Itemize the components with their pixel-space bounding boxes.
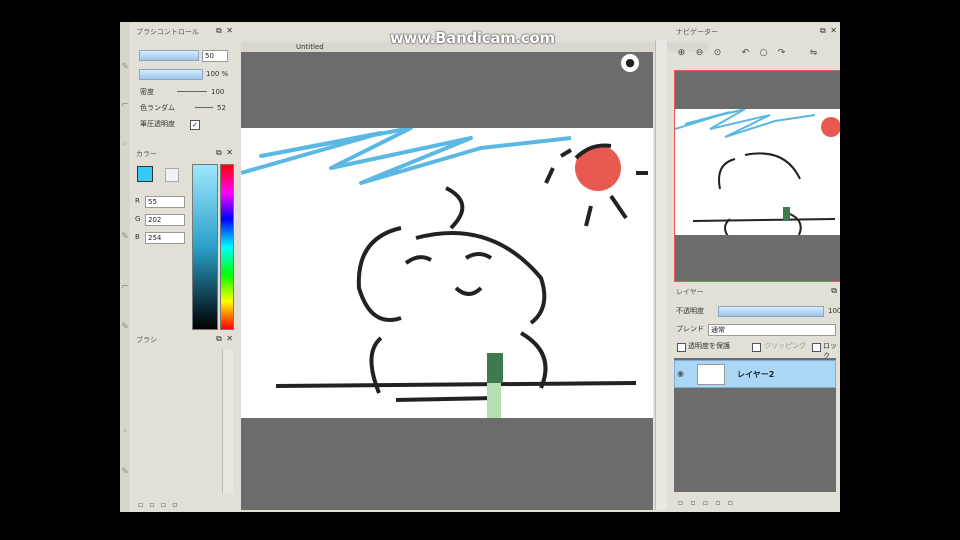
- green-value[interactable]: 202: [145, 214, 185, 226]
- zoom-in-icon[interactable]: ⊕: [676, 48, 687, 59]
- pressure-opacity-checkbox[interactable]: ✓: [190, 120, 200, 130]
- navigator-thumbnail: [674, 108, 840, 240]
- protect-alpha-checkbox[interactable]: [677, 343, 686, 352]
- panel-title: カラー: [136, 150, 157, 158]
- bandicam-watermark: www.Bandicam.com: [390, 29, 555, 47]
- flip-icon[interactable]: ⇋: [808, 48, 819, 59]
- brush-panel-header: ブラシ ⧉ ✕: [132, 334, 236, 348]
- layer-opacity-slider[interactable]: [718, 306, 824, 317]
- brush-list-scrollbar[interactable]: [222, 349, 233, 493]
- clipping-checkbox[interactable]: [752, 343, 761, 352]
- rotate-reset-icon[interactable]: ○: [758, 48, 769, 59]
- clipping-label: クリッピング: [764, 342, 806, 350]
- red-label: R: [135, 197, 140, 205]
- blend-mode-select[interactable]: 通常: [708, 324, 836, 336]
- lasso-tool-icon[interactable]: ✎: [120, 322, 130, 336]
- brush-size-slider[interactable]: [139, 50, 199, 61]
- navigator-preview[interactable]: [674, 70, 840, 282]
- panel-float-close-icons[interactable]: ⧉ ✕: [820, 26, 838, 36]
- fill-tool-icon[interactable]: ◦: [120, 140, 130, 154]
- brush-panel-footer-icons[interactable]: ▫▫▫▫: [138, 500, 228, 510]
- lock-checkbox[interactable]: [812, 343, 821, 352]
- canvas-scrollbar-track[interactable]: [655, 40, 667, 510]
- color-random-label: 色ランダム: [140, 104, 175, 112]
- color-panel: カラー ⧉ ✕ R 55 G 202 B 254: [132, 148, 236, 332]
- pressure-opacity-label: 筆圧透明度: [140, 120, 175, 128]
- density-label: 密度: [140, 88, 154, 96]
- layer-name[interactable]: レイヤー2: [737, 369, 774, 380]
- green-label: G: [135, 215, 141, 223]
- panel-float-close-icons[interactable]: ⧉ ✕: [216, 148, 234, 158]
- canvas-workspace: Untitled ●: [240, 42, 708, 510]
- panel-float-close-icons[interactable]: ⧉ ✕: [216, 334, 234, 344]
- fire-alpaca-window: ✎ ⌐ ◦ ✎ ⌐ ✎ ◦ ✎ ブラシコントロール ⧉ ✕ 50 100 % 密…: [120, 22, 840, 512]
- panel-title: ナビゲーター: [676, 28, 718, 36]
- move-tool-icon[interactable]: ✎: [120, 232, 130, 246]
- density-slider[interactable]: [177, 91, 207, 92]
- hand-tool-icon[interactable]: ✎: [120, 467, 130, 481]
- zoom-fit-icon[interactable]: ⊙: [712, 48, 723, 59]
- brush-tool-icon[interactable]: ✎: [120, 62, 130, 76]
- layer-visibility-eye-icon[interactable]: ◉: [677, 369, 684, 378]
- layer-opacity-label: 不透明度: [676, 307, 704, 315]
- brush-control-panel: ブラシコントロール ⧉ ✕ 50 100 % 密度 100 色ランダム 52 筆…: [132, 26, 236, 146]
- layer-panel: レイヤー ⧉ 不透明度 100 ブレンド 通常 透明度を保護 クリッピング ロッ…: [672, 286, 840, 512]
- color-random-value: 52: [217, 104, 226, 112]
- zoom-out-icon[interactable]: ⊖: [694, 48, 705, 59]
- eyedropper-tool-icon[interactable]: ◦: [120, 427, 130, 441]
- foreground-color-swatch[interactable]: [137, 166, 153, 182]
- brush-size-value[interactable]: 50: [202, 50, 228, 62]
- color-random-slider[interactable]: [195, 107, 213, 108]
- panel-title: ブラシ: [136, 336, 157, 344]
- navigator-panel: ナビゲーター ⧉ ✕ ⊕ ⊖ ⊙ ↶ ○ ↷ ⇋: [672, 26, 840, 286]
- layer-opacity-value: 100: [828, 307, 840, 315]
- red-value[interactable]: 55: [145, 196, 185, 208]
- layer-footer-icons[interactable]: ▫▫▫▫▫: [678, 498, 740, 507]
- panel-float-close-icons[interactable]: ⧉ ✕: [216, 26, 234, 36]
- drawing-artwork: [240, 126, 648, 418]
- blue-value[interactable]: 254: [145, 232, 185, 244]
- penguin-avatar-icon: ●: [621, 54, 639, 72]
- color-saturation-gradient[interactable]: [192, 164, 218, 330]
- rotate-left-icon[interactable]: ↶: [740, 48, 751, 59]
- brush-opacity-slider[interactable]: [139, 69, 203, 80]
- select-tool-icon[interactable]: ⌐: [120, 282, 130, 296]
- hue-spectrum-bar[interactable]: [220, 164, 234, 330]
- drawing-canvas[interactable]: [240, 126, 653, 418]
- tool-strip: ✎ ⌐ ◦ ✎ ⌐ ✎ ◦ ✎: [120, 22, 130, 512]
- layer-list: ◉ レイヤー2: [674, 358, 836, 492]
- panel-title: レイヤー: [676, 288, 704, 296]
- blend-label: ブレンド: [676, 325, 704, 333]
- density-value: 100: [211, 88, 225, 96]
- rotate-right-icon[interactable]: ↷: [776, 48, 787, 59]
- eraser-tool-icon[interactable]: ⌐: [120, 100, 130, 114]
- panel-float-close-icons[interactable]: ⧉: [831, 286, 838, 296]
- layer-row[interactable]: ◉ レイヤー2: [674, 360, 836, 388]
- brush-opacity-value: 100 %: [206, 70, 229, 78]
- protect-alpha-label: 透明度を保護: [688, 342, 730, 350]
- blue-label: B: [135, 233, 140, 241]
- transparent-color-swatch[interactable]: [165, 168, 179, 182]
- layer-thumbnail: [697, 364, 725, 385]
